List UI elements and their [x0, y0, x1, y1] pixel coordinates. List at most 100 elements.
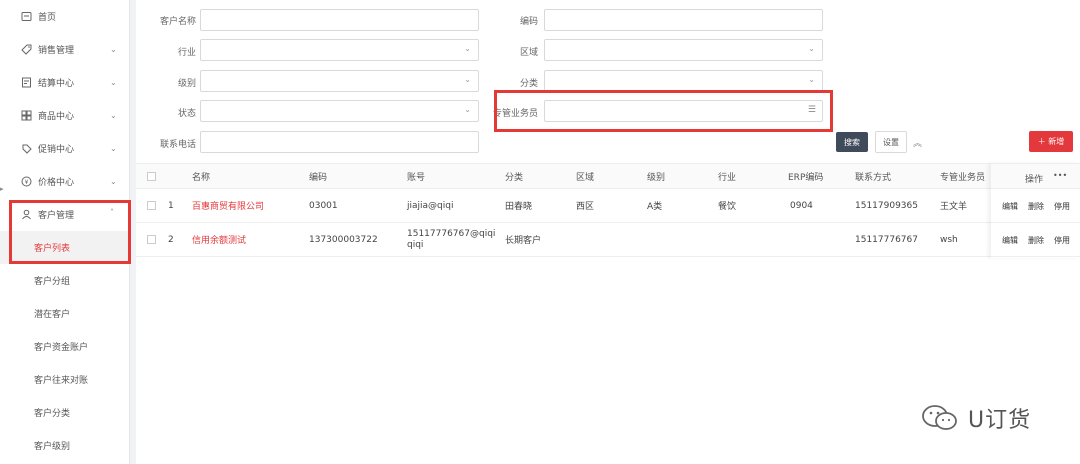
cell-code: 03001 — [309, 200, 338, 211]
cell-contact: 15117776767 — [855, 234, 918, 245]
sidebar-item-sales[interactable]: 销售管理 ⌄ — [0, 33, 130, 66]
status-select[interactable]: ⌄ — [200, 100, 479, 122]
disable-link[interactable]: 停用 — [1054, 201, 1070, 212]
sidebar-item-label: 促销中心 — [38, 145, 75, 155]
tag-icon — [21, 44, 32, 55]
chevron-down-icon: ⌄ — [808, 75, 815, 84]
row-index: 2 — [168, 234, 174, 245]
sidebar-item-home[interactable]: 首页 — [0, 0, 130, 33]
promo-icon — [21, 143, 32, 154]
sidebar-subitem-customer-groups[interactable]: 客户分组 — [0, 264, 130, 297]
sidebar-item-label: 销售管理 — [38, 46, 75, 56]
highlight-box-customer-menu — [9, 200, 131, 264]
col-level[interactable]: 级别 — [647, 164, 665, 188]
sidebar-item-label: 首页 — [38, 13, 57, 23]
label-industry: 行业 — [177, 48, 196, 58]
chevron-down-icon: ⌄ — [110, 78, 117, 87]
settings-button[interactable]: 设置 — [875, 131, 907, 153]
cell-category: 田春晓 — [505, 202, 533, 212]
col-industry[interactable]: 行业 — [718, 164, 736, 188]
region-select[interactable]: ⌄ — [544, 39, 823, 61]
code-input[interactable] — [544, 9, 823, 31]
chevron-down-icon: ⌄ — [808, 44, 815, 53]
chevron-down-icon: ⌄ — [464, 44, 471, 53]
col-account[interactable]: 账号 — [407, 164, 425, 188]
customer-name-link[interactable]: 百惠商贸有限公司 — [192, 189, 264, 222]
table-row[interactable]: 2 信用余额测试 137300003722 15117776767@qiqi q… — [136, 223, 1080, 257]
cell-salesperson: 王文羊 — [940, 202, 968, 212]
cell-account-line2: qiqi — [407, 239, 424, 250]
sidebar-item-settlement[interactable]: 结算中心 ⌄ — [0, 66, 130, 99]
col-category[interactable]: 分类 — [505, 164, 523, 188]
cell-category: 长期客户 — [505, 236, 542, 246]
chevron-down-icon: ⌄ — [110, 177, 117, 186]
select-all-checkbox[interactable] — [147, 172, 156, 181]
sidebar-subitem-potential-customers[interactable]: 潜在客户 — [0, 297, 130, 330]
sidebar-subitem-customer-category[interactable]: 客户分类 — [0, 396, 130, 429]
row-index: 1 — [168, 200, 174, 211]
cell-industry: 餐饮 — [718, 202, 737, 212]
col-region[interactable]: 区域 — [576, 164, 594, 188]
add-customer-button[interactable]: ＋ 新增 — [1029, 131, 1073, 152]
sidebar-subitem-label: 客户级别 — [34, 442, 71, 452]
sidebar-subitem-customer-level[interactable]: 客户级别 — [0, 429, 130, 462]
sidebar-subitem-label: 客户分组 — [34, 277, 71, 287]
row-checkbox[interactable] — [147, 201, 156, 210]
edit-link[interactable]: 编辑 — [1002, 201, 1018, 212]
label-status: 状态 — [177, 109, 196, 119]
sidebar-item-label: 结算中心 — [38, 79, 75, 89]
col-erp-code[interactable]: ERP编码 — [788, 164, 823, 188]
sidebar-item-products[interactable]: 商品中心 ⌄ — [0, 99, 130, 132]
price-icon: ¥ — [21, 176, 32, 187]
wechat-logo-icon — [922, 405, 957, 430]
industry-select[interactable]: ⌄ — [200, 39, 479, 61]
customer-name-link[interactable]: 信用余额测试 — [192, 223, 246, 256]
collapse-handle-icon[interactable]: ▸ — [0, 185, 4, 193]
watermark-text: U订货 — [968, 408, 1032, 433]
sidebar-item-label: 商品中心 — [38, 112, 75, 122]
sidebar-item-pricing[interactable]: ¥ 价格中心 ⌄ — [0, 165, 130, 198]
row-checkbox[interactable] — [147, 235, 156, 244]
level-select[interactable]: ⌄ — [200, 70, 479, 92]
category-select[interactable]: ⌄ — [544, 70, 823, 92]
app-window: 首页 销售管理 ⌄ 结算中心 ⌄ 商品中心 ⌄ 促销中心 ⌄ ¥ 价格中心 ⌄ … — [0, 0, 1080, 464]
chevron-down-icon: ⌄ — [464, 105, 471, 114]
operations-column: 操作 ••• 编辑 删除 停用 编辑 删除 停用 — [991, 163, 1080, 258]
col-name[interactable]: 名称 — [192, 164, 210, 188]
label-category: 分类 — [519, 79, 538, 89]
watermark: U订货 — [920, 398, 1060, 438]
sidebar-item-promotions[interactable]: 促销中心 ⌄ — [0, 132, 130, 165]
double-chevron-up-icon[interactable]: ︽ — [913, 136, 922, 149]
col-salesperson[interactable]: 专管业务员 — [940, 164, 985, 188]
chevron-down-icon: ⌄ — [110, 144, 117, 153]
home-icon — [21, 11, 32, 22]
edit-link[interactable]: 编辑 — [1002, 235, 1018, 246]
phone-input[interactable] — [200, 131, 479, 153]
col-code[interactable]: 编码 — [309, 164, 327, 188]
label-region: 区域 — [519, 48, 538, 58]
cell-level: A类 — [647, 202, 663, 212]
search-button[interactable]: 搜索 — [836, 132, 868, 152]
customer-name-input[interactable] — [200, 9, 479, 31]
col-operations: 操作 — [1025, 175, 1044, 185]
operations-row: 编辑 删除 停用 — [991, 189, 1080, 223]
delete-link[interactable]: 删除 — [1028, 201, 1044, 212]
col-contact[interactable]: 联系方式 — [855, 164, 891, 188]
cell-region: 西区 — [576, 202, 595, 212]
cell-code: 137300003722 — [309, 234, 378, 245]
table-row[interactable]: 1 百惠商贸有限公司 03001 jiajia@qiqi 田春晓 西区 A类 餐… — [136, 189, 1080, 223]
operations-row: 编辑 删除 停用 — [991, 223, 1080, 257]
delete-link[interactable]: 删除 — [1028, 235, 1044, 246]
more-icon[interactable]: ••• — [1053, 171, 1067, 180]
sidebar-subitem-label: 潜在客户 — [34, 310, 71, 320]
cell-account-line1: 15117776767@qiqi — [407, 228, 496, 239]
disable-link[interactable]: 停用 — [1054, 235, 1070, 246]
label-code: 编码 — [519, 17, 538, 27]
sidebar-subitem-label: 客户资金账户 — [34, 343, 89, 353]
label-level: 级别 — [177, 79, 196, 89]
chevron-down-icon: ⌄ — [110, 111, 117, 120]
sidebar-subitem-funds-account[interactable]: 客户资金账户 — [0, 330, 130, 363]
svg-text:¥: ¥ — [25, 179, 29, 186]
sidebar-subitem-reconciliation[interactable]: 客户往来对账 — [0, 363, 130, 396]
label-customer-name: 客户名称 — [159, 17, 196, 27]
